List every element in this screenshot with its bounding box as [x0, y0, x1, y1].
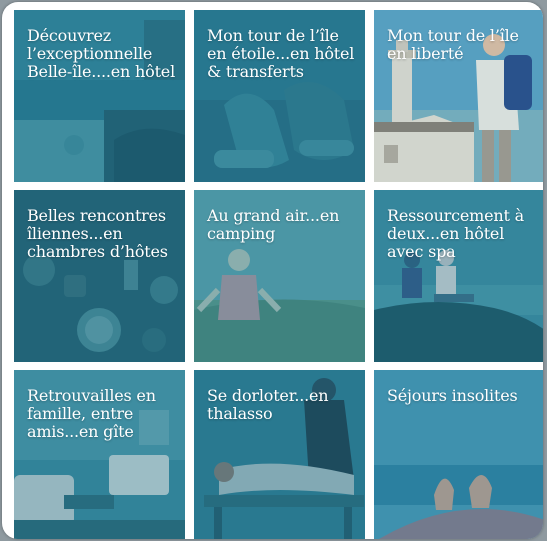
offer-grid: Découvrez l’exceptionnelle Belle-île....… — [14, 10, 543, 539]
tile-label: Séjours insolites — [387, 386, 518, 405]
tile-label: Se dorloter...en thalasso — [207, 386, 329, 423]
tile-liberte[interactable]: Mon tour de l’île en liberté — [374, 10, 543, 182]
offer-panel: Découvrez l’exceptionnelle Belle-île....… — [2, 2, 543, 539]
tile-label: Belles rencontres îliennes...en chambres… — [27, 206, 168, 261]
tile-label: Au grand air...en camping — [207, 206, 340, 243]
tile-gite[interactable]: Retrouvailles en famille, entre amis...e… — [14, 370, 185, 539]
tile-chambres[interactable]: Belles rencontres îliennes...en chambres… — [14, 190, 185, 362]
tile-label: Retrouvailles en famille, entre amis...e… — [27, 386, 156, 441]
tile-etoile[interactable]: Mon tour de l’île en étoile...en hôtel &… — [194, 10, 365, 182]
tile-thalasso[interactable]: Se dorloter...en thalasso — [194, 370, 365, 539]
tile-spa[interactable]: Ressourcement à deux...en hôtel avec spa — [374, 190, 543, 362]
tile-insolites[interactable]: Séjours insolites — [374, 370, 543, 539]
tile-label: Mon tour de l’île en étoile...en hôtel &… — [207, 26, 355, 81]
tile-hotel[interactable]: Découvrez l’exceptionnelle Belle-île....… — [14, 10, 185, 182]
tile-label: Ressourcement à deux...en hôtel avec spa — [387, 206, 524, 261]
tile-label: Mon tour de l’île en liberté — [387, 26, 519, 63]
tile-camping[interactable]: Au grand air...en camping — [194, 190, 365, 362]
tile-label: Découvrez l’exceptionnelle Belle-île....… — [27, 26, 175, 81]
